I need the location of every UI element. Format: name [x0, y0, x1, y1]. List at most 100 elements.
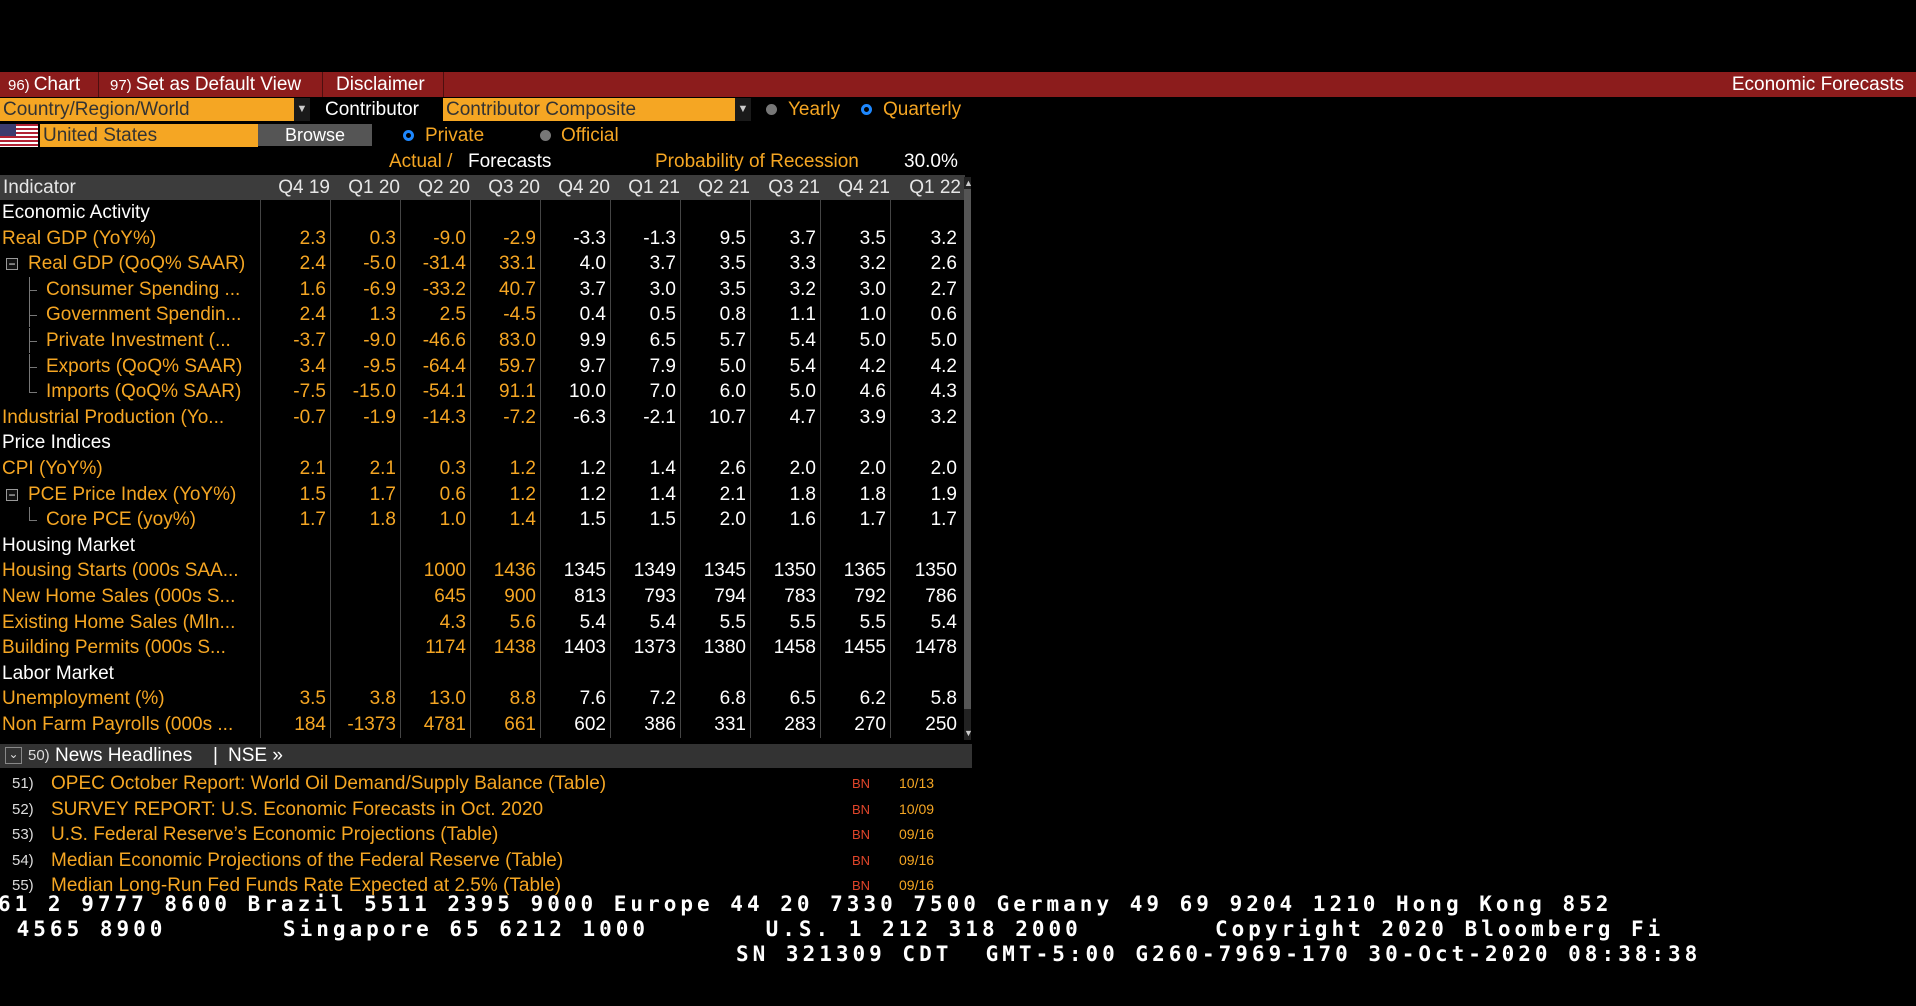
- value-cell[interactable]: 1345: [704, 558, 746, 583]
- indicator-name[interactable]: New Home Sales (000s S...: [2, 584, 258, 609]
- column-header[interactable]: Q4 19: [278, 175, 330, 200]
- value-cell[interactable]: 3.2: [931, 405, 957, 430]
- contributor-dropdown[interactable]: Contributor Composite ▼: [443, 98, 751, 121]
- value-cell[interactable]: 2.1: [720, 482, 746, 507]
- column-header[interactable]: Q1 21: [628, 175, 680, 200]
- value-cell[interactable]: 2.4: [300, 302, 326, 327]
- yearly-radio[interactable]: [766, 104, 777, 115]
- value-cell[interactable]: 184: [294, 712, 326, 737]
- indicator-name[interactable]: Building Permits (000s S...: [2, 635, 258, 660]
- value-cell[interactable]: 0.3: [440, 456, 466, 481]
- value-cell[interactable]: 1436: [494, 558, 536, 583]
- news-item-title[interactable]: U.S. Federal Reserve’s Economic Projecti…: [51, 822, 498, 847]
- value-cell[interactable]: 9.7: [580, 354, 606, 379]
- value-cell[interactable]: 1.8: [790, 482, 816, 507]
- value-cell[interactable]: 4781: [424, 712, 466, 737]
- news-item[interactable]: 51) OPEC October Report: World Oil Demand…: [0, 771, 972, 796]
- indicator-column-header[interactable]: Indicator: [3, 175, 76, 200]
- value-cell[interactable]: 2.0: [931, 456, 957, 481]
- value-cell[interactable]: -33.2: [423, 277, 466, 302]
- value-cell[interactable]: 4.0: [580, 251, 606, 276]
- value-cell[interactable]: 792: [854, 584, 886, 609]
- value-cell[interactable]: 6.2: [860, 686, 886, 711]
- value-cell[interactable]: -9.0: [433, 226, 466, 251]
- value-cell[interactable]: 3.5: [860, 226, 886, 251]
- value-cell[interactable]: 6.5: [790, 686, 816, 711]
- value-cell[interactable]: 6.0: [720, 379, 746, 404]
- value-cell[interactable]: 1.2: [580, 456, 606, 481]
- value-cell[interactable]: 5.4: [790, 354, 816, 379]
- value-cell[interactable]: 4.7: [790, 405, 816, 430]
- value-cell[interactable]: 5.0: [790, 379, 816, 404]
- value-cell[interactable]: 5.8: [931, 686, 957, 711]
- scroll-down-icon[interactable]: ▼: [964, 728, 973, 738]
- value-cell[interactable]: -14.3: [423, 405, 466, 430]
- value-cell[interactable]: 3.8: [370, 686, 396, 711]
- value-cell[interactable]: 4.6: [860, 379, 886, 404]
- value-cell[interactable]: 4.2: [931, 354, 957, 379]
- value-cell[interactable]: -54.1: [423, 379, 466, 404]
- value-cell[interactable]: 10.0: [569, 379, 606, 404]
- value-cell[interactable]: 4.3: [931, 379, 957, 404]
- value-cell[interactable]: 1478: [915, 635, 957, 660]
- set-default-view-button[interactable]: 97) Set as Default View: [102, 72, 301, 97]
- value-cell[interactable]: 1455: [844, 635, 886, 660]
- value-cell[interactable]: 2.6: [720, 456, 746, 481]
- indicator-name[interactable]: Unemployment (%): [2, 686, 258, 711]
- news-item-title[interactable]: Median Economic Projections of the Feder…: [51, 848, 563, 873]
- browse-button[interactable]: Browse: [258, 124, 372, 146]
- value-cell[interactable]: 13.0: [429, 686, 466, 711]
- value-cell[interactable]: -9.0: [363, 328, 396, 353]
- value-cell[interactable]: 1.5: [580, 507, 606, 532]
- value-cell[interactable]: 1.4: [650, 482, 676, 507]
- value-cell[interactable]: -7.2: [503, 405, 536, 430]
- value-cell[interactable]: 3.7: [650, 251, 676, 276]
- value-cell[interactable]: 3.9: [860, 405, 886, 430]
- value-cell[interactable]: 5.6: [510, 610, 536, 635]
- value-cell[interactable]: 40.7: [499, 277, 536, 302]
- value-cell[interactable]: 9.5: [720, 226, 746, 251]
- value-cell[interactable]: 0.6: [931, 302, 957, 327]
- quarterly-radio[interactable]: [861, 104, 872, 115]
- indicator-name[interactable]: Housing Starts (000s SAA...: [2, 558, 258, 583]
- value-cell[interactable]: 0.8: [720, 302, 746, 327]
- indicator-name[interactable]: Consumer Spending ...: [46, 277, 258, 302]
- value-cell[interactable]: 1.6: [790, 507, 816, 532]
- value-cell[interactable]: 645: [434, 584, 466, 609]
- value-cell[interactable]: 7.0: [650, 379, 676, 404]
- column-header[interactable]: Q1 22: [909, 175, 961, 200]
- value-cell[interactable]: 5.5: [790, 610, 816, 635]
- value-cell[interactable]: 1.0: [860, 302, 886, 327]
- value-cell[interactable]: 1380: [704, 635, 746, 660]
- value-cell[interactable]: 3.5: [300, 686, 326, 711]
- value-cell[interactable]: 2.1: [300, 456, 326, 481]
- value-cell[interactable]: -4.5: [503, 302, 536, 327]
- column-header[interactable]: Q1 20: [348, 175, 400, 200]
- value-cell[interactable]: 7.9: [650, 354, 676, 379]
- value-cell[interactable]: -2.9: [503, 226, 536, 251]
- indicator-name[interactable]: CPI (YoY%): [2, 456, 258, 481]
- value-cell[interactable]: 1.6: [300, 277, 326, 302]
- news-item[interactable]: 53) U.S. Federal Reserve’s Economic Proje…: [0, 822, 972, 847]
- collapse-tree-icon[interactable]: −: [6, 258, 18, 271]
- region-dropdown[interactable]: Country/Region/World ▼: [0, 98, 310, 121]
- value-cell[interactable]: 386: [644, 712, 676, 737]
- scroll-up-icon[interactable]: ▲: [964, 178, 973, 188]
- value-cell[interactable]: 661: [504, 712, 536, 737]
- value-cell[interactable]: 1365: [844, 558, 886, 583]
- value-cell[interactable]: 3.5: [720, 277, 746, 302]
- disclaimer-button[interactable]: Disclaimer: [328, 72, 425, 97]
- value-cell[interactable]: 813: [574, 584, 606, 609]
- value-cell[interactable]: 59.7: [499, 354, 536, 379]
- value-cell[interactable]: 1373: [634, 635, 676, 660]
- column-header[interactable]: Q3 21: [768, 175, 820, 200]
- value-cell[interactable]: 283: [784, 712, 816, 737]
- value-cell[interactable]: 8.8: [510, 686, 536, 711]
- value-cell[interactable]: 2.6: [931, 251, 957, 276]
- indicator-name[interactable]: Core PCE (yoy%): [46, 507, 258, 532]
- value-cell[interactable]: 1.9: [931, 482, 957, 507]
- value-cell[interactable]: 794: [714, 584, 746, 609]
- value-cell[interactable]: 5.0: [860, 328, 886, 353]
- value-cell[interactable]: -31.4: [423, 251, 466, 276]
- value-cell[interactable]: -0.7: [293, 405, 326, 430]
